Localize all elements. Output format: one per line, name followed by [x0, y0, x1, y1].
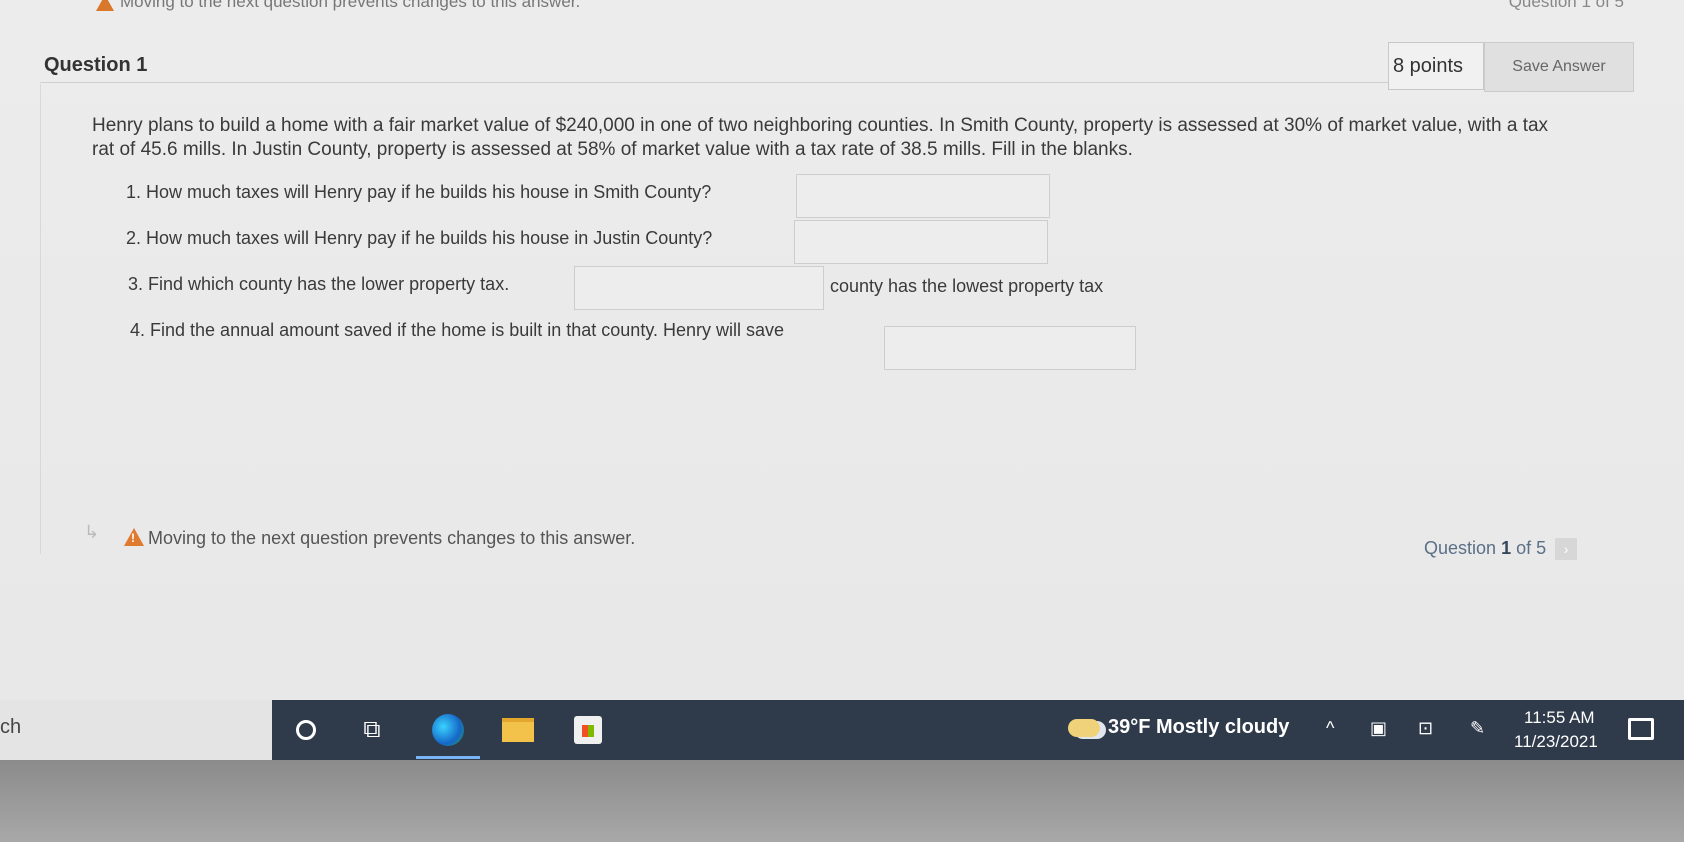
pen-icon[interactable]: ✎ [1470, 718, 1485, 739]
answer-3-input[interactable] [575, 267, 823, 309]
footer-warning-text: Moving to the next question prevents cha… [148, 528, 636, 548]
task-view-icon[interactable]: ⧉ [356, 714, 388, 746]
taskbar-search[interactable]: ch [0, 700, 272, 760]
store-icon[interactable] [572, 714, 604, 746]
notification-icon[interactable] [1628, 718, 1654, 740]
edge-icon[interactable] [432, 714, 464, 746]
browser-viewport: Moving to the next question prevents cha… [0, 0, 1684, 700]
arrow-hint-icon: ↳ [84, 522, 100, 542]
top-warning: Moving to the next question prevents cha… [96, 0, 580, 12]
next-question-icon[interactable]: › [1555, 538, 1578, 561]
progress-suffix: of 5 [1516, 538, 1547, 558]
weather-text: 39°F Mostly cloudy [1108, 716, 1290, 738]
item-3-suffix: county has the lowest property tax [830, 276, 1104, 296]
file-explorer-icon[interactable] [502, 714, 534, 746]
question-footer: ↳ Moving to the next question prevents c… [40, 514, 1634, 564]
chevron-up-icon[interactable]: ^ [1326, 718, 1334, 739]
progress-current: 1 [1501, 538, 1512, 558]
question-header: Question 1 8 points Save Answer [40, 42, 1634, 92]
save-answer-button[interactable]: Save Answer [1484, 42, 1634, 92]
taskbar: ch ⧉ 39°F Mostly cloudy ^ ▣ ⊡ ✎ 11:55 AM… [0, 700, 1684, 760]
question-title: Question 1 [44, 54, 148, 76]
top-progress: Question 1 of 5 [1508, 0, 1624, 11]
meet-icon[interactable]: ▣ [1370, 718, 1387, 739]
clock-date[interactable]: 11/23/2021 [1514, 732, 1598, 752]
top-warning-text: Moving to the next question prevents cha… [120, 0, 581, 11]
question-progress: Question 1 of 5 › [1424, 538, 1578, 561]
answer-2-input[interactable] [795, 221, 1047, 263]
answer-2-field[interactable] [794, 220, 1048, 264]
left-rule [40, 84, 41, 554]
cortana-icon[interactable] [290, 714, 322, 746]
item-2-label: 2. How much taxes will Henry pay if he b… [126, 228, 713, 248]
item-4-label: 4. Find the annual amount saved if the h… [130, 320, 785, 340]
active-app-indicator [416, 756, 480, 759]
question-card: Question 1 8 points Save Answer Henry pl… [40, 42, 1634, 564]
points-label: 8 points [1388, 42, 1484, 90]
top-strip: Moving to the next question prevents cha… [0, 0, 1684, 14]
weather-widget[interactable]: 39°F Mostly cloudy [1068, 716, 1289, 739]
clock-time[interactable]: 11:55 AM [1524, 708, 1595, 728]
item-3-label: 3. Find which county has the lower prope… [128, 274, 510, 294]
warning-icon [124, 528, 144, 546]
item-1-label: 1. How much taxes will Henry pay if he b… [126, 182, 712, 202]
cloud-icon [1068, 718, 1100, 737]
answer-4-input[interactable] [885, 327, 1135, 369]
footer-warning: Moving to the next question prevents cha… [124, 528, 635, 549]
answer-4-field[interactable] [884, 326, 1136, 370]
answer-1-field[interactable] [796, 174, 1050, 218]
warning-icon [96, 0, 114, 11]
search-text: ch [0, 716, 22, 738]
answer-1-input[interactable] [797, 175, 1049, 217]
monitor-bezel [0, 760, 1684, 842]
network-icon[interactable]: ⊡ [1418, 718, 1433, 739]
progress-prefix: Question [1424, 538, 1497, 558]
question-text: Henry plans to build a home with a fair … [92, 115, 1549, 160]
answer-3-field[interactable] [574, 266, 824, 310]
